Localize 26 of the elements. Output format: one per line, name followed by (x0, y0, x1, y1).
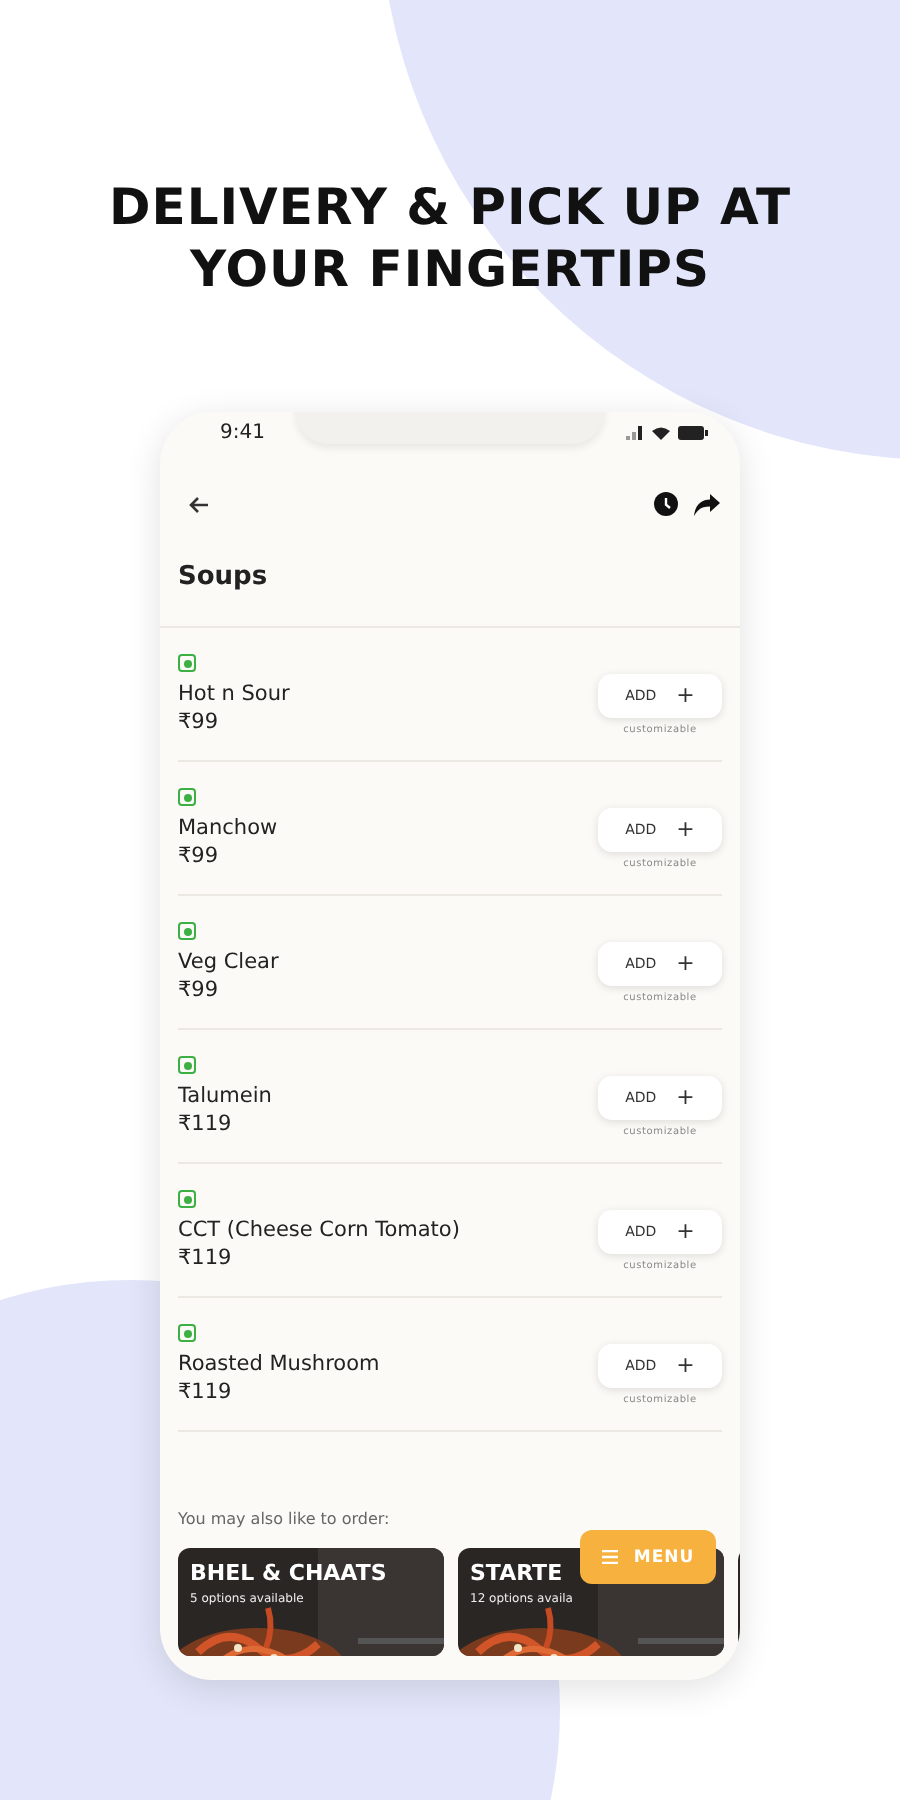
headline: YOUR FINGERTIPS (187, 238, 712, 300)
headline: DELIVERY & PICK UP AT (106, 176, 794, 238)
menu-icon (601, 1550, 618, 1564)
clock-icon[interactable] (654, 492, 678, 516)
item-name: Manchow (178, 816, 278, 840)
item-price: ₹99 (178, 710, 221, 734)
item-price: ₹99 (178, 978, 221, 1002)
item-price: ₹119 (178, 1112, 234, 1136)
back-arrow-icon[interactable] (188, 495, 210, 513)
status-time: 9:41 (220, 421, 265, 443)
item-name: Hot n Sour (178, 682, 290, 706)
suggestion-heading: You may also like to order: (176, 1508, 392, 1528)
item-price: ₹99 (178, 844, 221, 868)
item-name: CCT (Cheese Corn Tomato) (178, 1218, 460, 1242)
signal-icon (626, 425, 644, 439)
battery-icon (678, 425, 708, 439)
item-price: ₹119 (178, 1380, 234, 1404)
item-name: Talumein (178, 1084, 272, 1108)
wifi-icon (652, 425, 670, 439)
item-price: ₹119 (178, 1246, 234, 1270)
item-name: Roasted Mushroom (178, 1352, 380, 1376)
card-title: STARTE (470, 1560, 563, 1586)
card-title: BHEL & CHAATS (190, 1560, 387, 1586)
share-icon[interactable] (694, 493, 720, 515)
item-name: Veg Clear (178, 950, 279, 974)
section-title: Soups (160, 526, 740, 628)
